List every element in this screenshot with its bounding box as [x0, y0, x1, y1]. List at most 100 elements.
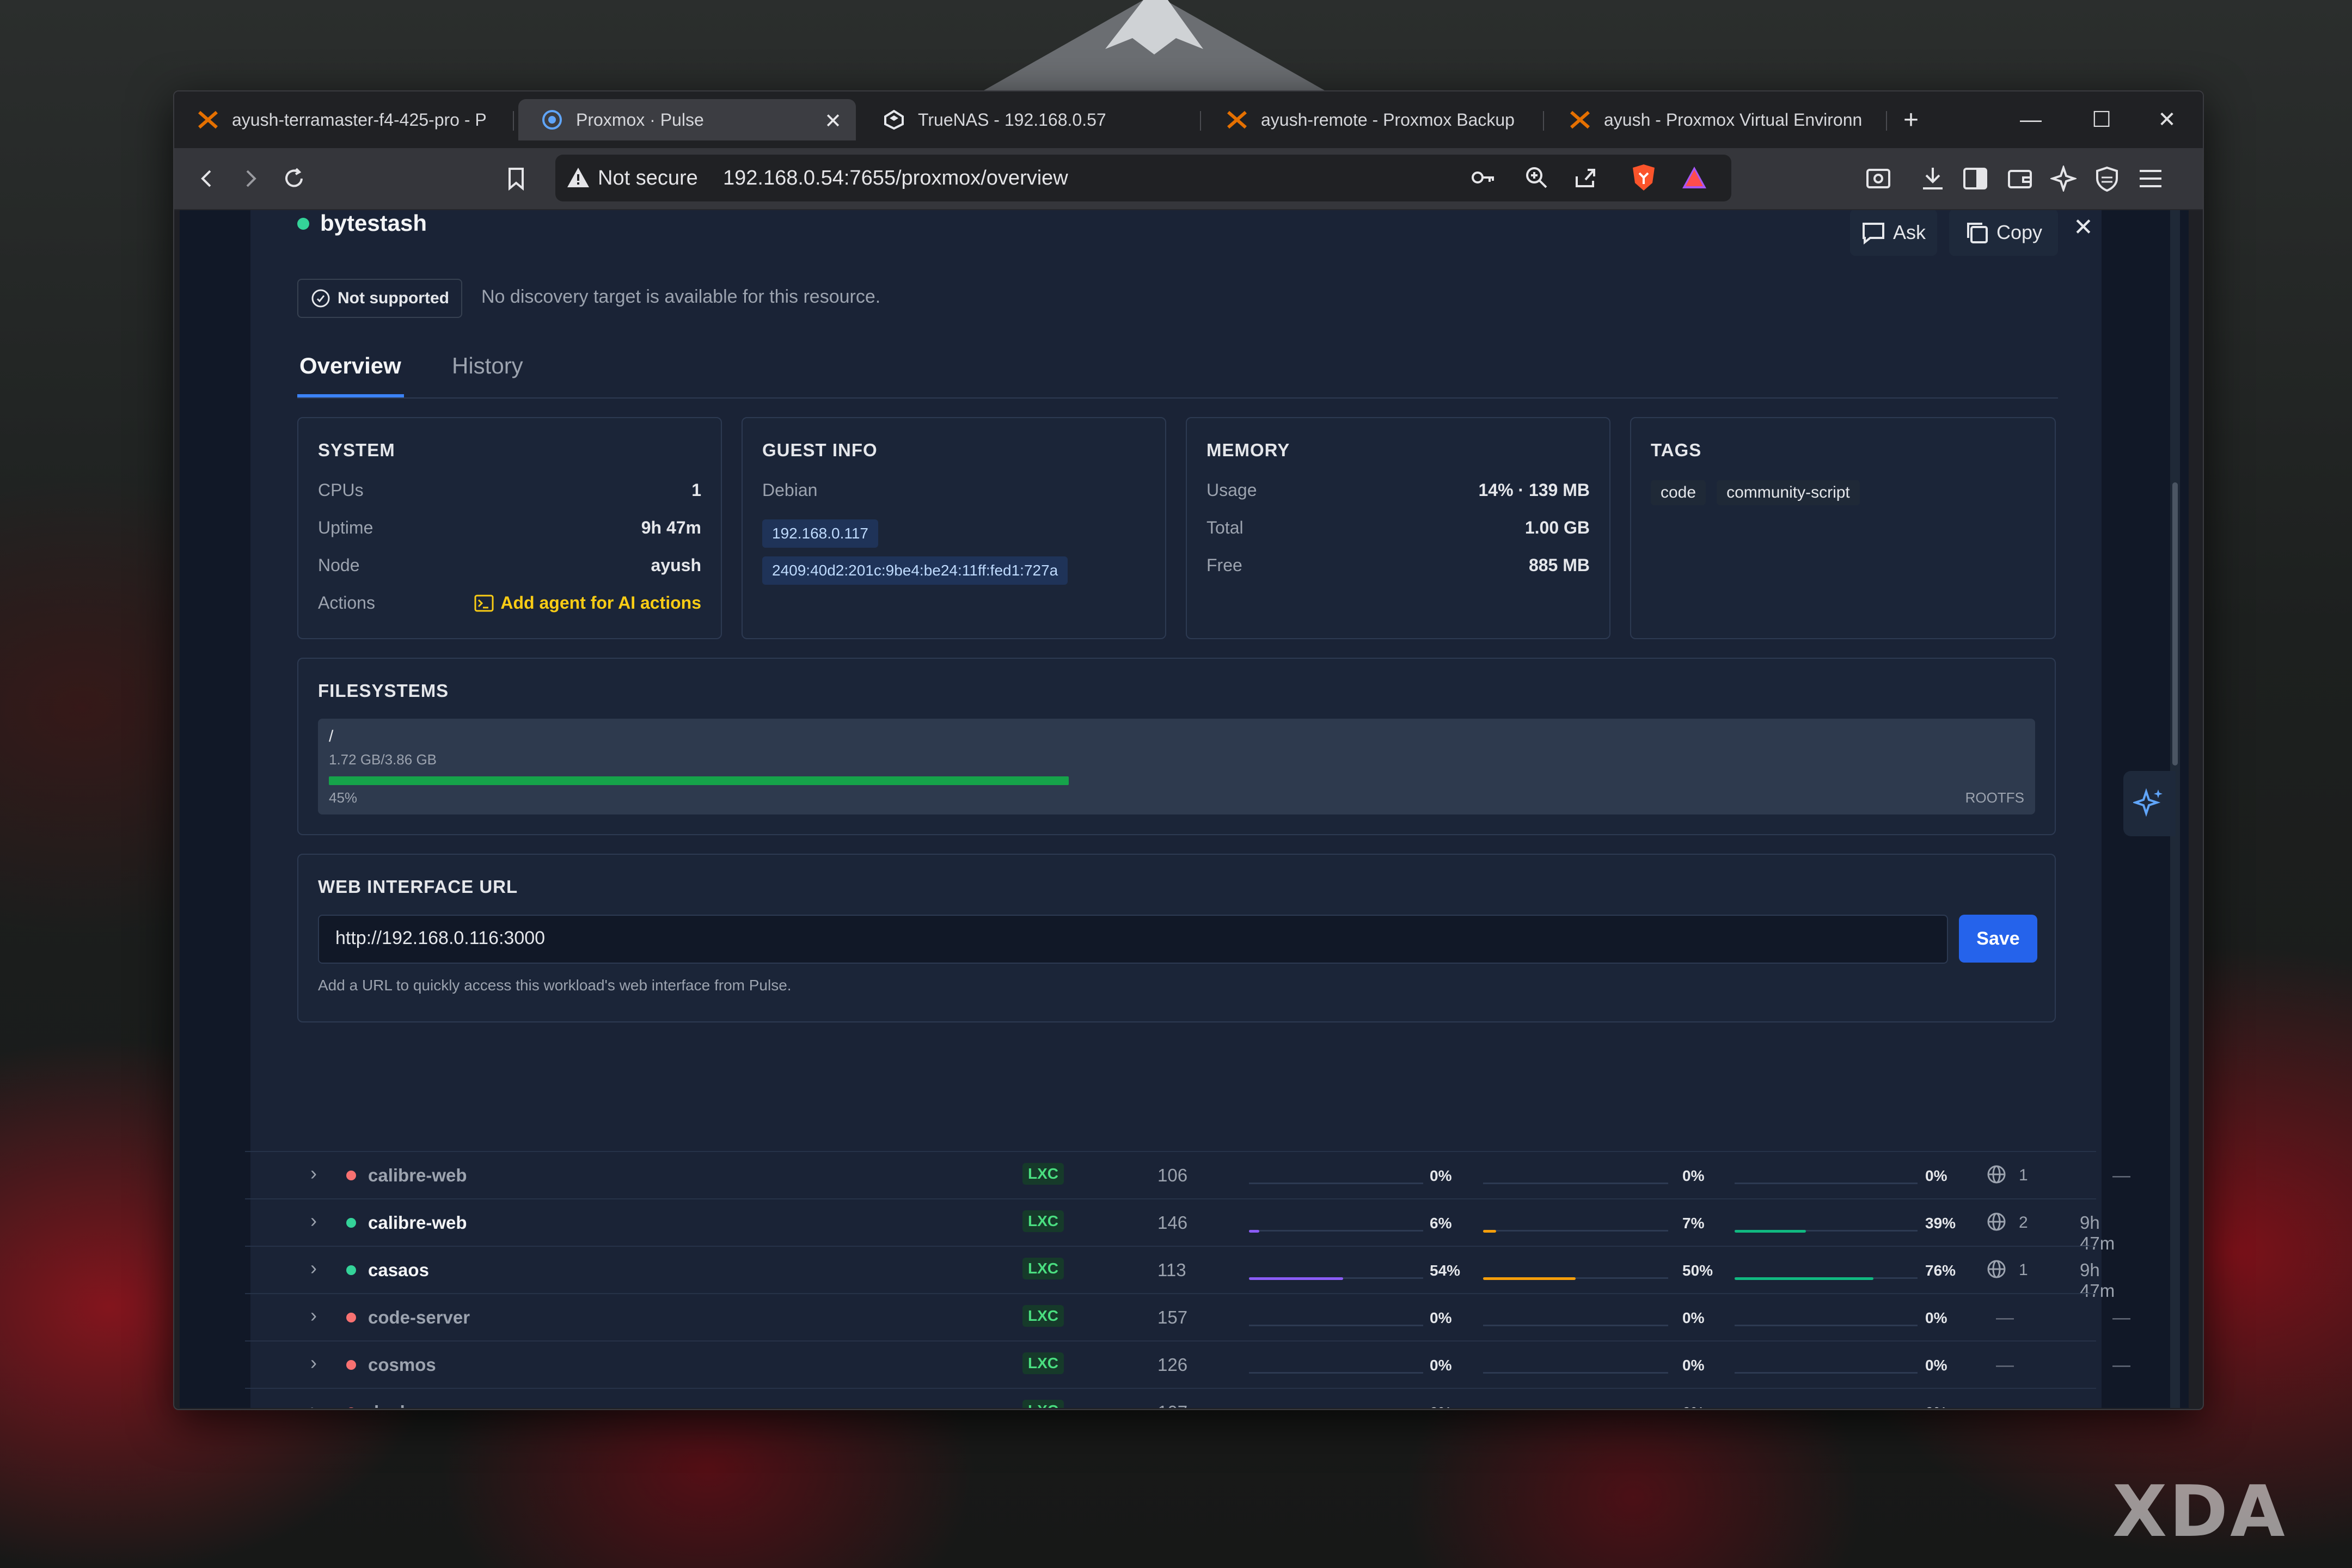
- node-label: Node: [318, 555, 360, 575]
- filesystems-card: FILESYSTEMS / 1.72 GB/3.86 GB 45% ROOTFS: [297, 658, 2056, 835]
- table-row[interactable]: ›calibre-webLXC1466%7%39%29h 47mNone: [245, 1198, 2115, 1253]
- expand-chevron-icon[interactable]: ›: [310, 1399, 317, 1408]
- type-badge: LXC: [1022, 1258, 1064, 1279]
- download-icon[interactable]: [1916, 162, 1949, 195]
- scrollbar-thumb[interactable]: [2172, 482, 2178, 765]
- proxmox-icon: [196, 108, 220, 132]
- brave-rewards-icon[interactable]: [1681, 166, 1707, 192]
- save-button[interactable]: Save: [1959, 915, 2037, 963]
- zoom-icon[interactable]: [1524, 166, 1548, 192]
- close-tab-icon[interactable]: ✕: [824, 109, 842, 133]
- guest-name[interactable]: calibre-web: [368, 1165, 467, 1186]
- expand-chevron-icon[interactable]: ›: [310, 1162, 317, 1185]
- pulse-icon: [540, 108, 564, 132]
- maximize-icon[interactable]: ☐: [2080, 99, 2123, 140]
- tags-heading: TAGS: [1651, 440, 1702, 460]
- web-url-input[interactable]: http://192.168.0.116:3000: [318, 915, 1948, 964]
- mem-bar: [1483, 1277, 1576, 1280]
- terminal-icon: [474, 595, 494, 611]
- globe-icon: [1986, 1164, 2007, 1189]
- table-row[interactable]: ›casaosLXC11354%50%76%19h 47mNone: [245, 1246, 2115, 1301]
- reload-icon[interactable]: [278, 162, 310, 195]
- cpu-bar: [1249, 1277, 1343, 1280]
- not-supported-icon: [311, 289, 330, 308]
- expand-chevron-icon[interactable]: ›: [310, 1209, 317, 1232]
- usage-label: Usage: [1206, 480, 1257, 500]
- copy-button[interactable]: Copy: [1949, 210, 2058, 256]
- tab-history[interactable]: History: [452, 353, 523, 379]
- guest-name[interactable]: cosmos: [368, 1355, 436, 1375]
- vmid: 106: [1157, 1165, 1188, 1185]
- tab-strip: ayush-terramaster-f4-425-pro - P Proxmox…: [174, 91, 2203, 148]
- sidebar-icon[interactable]: [1959, 162, 1992, 195]
- browser-tab[interactable]: TrueNAS - 192.168.0.57: [860, 99, 1198, 140]
- browser-window: ayush-terramaster-f4-425-pro - P Proxmox…: [173, 90, 2204, 1410]
- brave-shields-icon[interactable]: [1631, 163, 1657, 194]
- vmid: 157: [1157, 1307, 1188, 1327]
- type-badge: LXC: [1022, 1210, 1064, 1232]
- discovery-badge: Not supported: [297, 279, 462, 318]
- discovery-badge-label: Not supported: [338, 289, 449, 307]
- url-text[interactable]: 192.168.0.54:7655/proxmox/overview: [723, 167, 1068, 190]
- ipv6-badge[interactable]: 2409:40d2:201c:9be4:be24:11ff:fed1:727a: [762, 556, 1068, 585]
- forward-icon[interactable]: [234, 162, 267, 195]
- menu-icon[interactable]: [2134, 162, 2167, 195]
- mem-percent: 0%: [1682, 1404, 1704, 1408]
- guest-name[interactable]: docker: [368, 1402, 427, 1408]
- bookmark-icon[interactable]: [500, 162, 532, 195]
- share-icon[interactable]: [1573, 166, 1597, 192]
- status-dot: [346, 1313, 356, 1322]
- ask-button[interactable]: Ask: [1850, 210, 1937, 256]
- net-count: 2: [2019, 1214, 2028, 1232]
- cpu-percent: 0%: [1430, 1357, 1452, 1374]
- disk-percent: 39%: [1925, 1215, 1956, 1232]
- ai-assistant-button[interactable]: [2123, 771, 2176, 836]
- vmid: 113: [1157, 1260, 1186, 1280]
- table-row[interactable]: ›dockerLXC1070%0%0%——None: [245, 1388, 2130, 1408]
- browser-tab-active[interactable]: Proxmox · Pulse ✕: [518, 99, 856, 140]
- expand-chevron-icon[interactable]: ›: [310, 1304, 317, 1327]
- discovery-text: No discovery target is available for thi…: [481, 286, 881, 307]
- expand-chevron-icon[interactable]: ›: [310, 1351, 317, 1374]
- type-badge: LXC: [1022, 1163, 1064, 1185]
- guest-name[interactable]: calibre-web: [368, 1212, 467, 1233]
- cpu-track: [1249, 1325, 1423, 1326]
- browser-tab[interactable]: ayush-remote - Proxmox Backup: [1203, 99, 1541, 140]
- minimize-icon[interactable]: —: [2009, 99, 2053, 140]
- node-value: ayush: [651, 555, 701, 575]
- net-count: 1: [2019, 1166, 2028, 1184]
- ipv4-badge[interactable]: 192.168.0.117: [762, 519, 878, 548]
- uptime-value: 9h 47m: [641, 518, 701, 537]
- usage-value: 14% · 139 MB: [1478, 480, 1590, 500]
- close-window-icon[interactable]: ✕: [2145, 99, 2189, 140]
- key-icon[interactable]: [1470, 166, 1496, 192]
- memory-card: MEMORY Usage 14% · 139 MB Total 1.00 GB Fr…: [1186, 417, 1610, 639]
- tab-overview[interactable]: Overview: [299, 353, 401, 379]
- address-bar[interactable]: Not secure 192.168.0.54:7655/proxmox/ove…: [555, 155, 1731, 201]
- add-agent-link[interactable]: Add agent for AI actions: [474, 593, 701, 613]
- tab-title: Proxmox · Pulse: [576, 109, 704, 130]
- browser-tab[interactable]: ayush - Proxmox Virtual Environn: [1546, 99, 1884, 140]
- table-row[interactable]: ›cosmosLXC1260%0%0%——None: [245, 1340, 2130, 1388]
- vpn-icon[interactable]: [2091, 162, 2123, 195]
- wallet-icon[interactable]: [2004, 162, 2036, 195]
- leo-ai-icon[interactable]: [2047, 162, 2080, 195]
- guest-name[interactable]: code-server: [368, 1307, 470, 1328]
- new-tab-button[interactable]: +: [1889, 99, 1933, 140]
- guest-os: Debian: [762, 480, 818, 500]
- table-row[interactable]: ›calibre-webLXC1060%0%0%1—None: [245, 1151, 2130, 1199]
- guest-name[interactable]: casaos: [368, 1260, 429, 1281]
- tag-chip[interactable]: code: [1651, 480, 1706, 505]
- net-count: 1: [2019, 1261, 2028, 1279]
- security-label[interactable]: Not secure: [598, 167, 698, 190]
- expand-chevron-icon[interactable]: ›: [310, 1257, 317, 1279]
- screenshot-icon[interactable]: [1862, 162, 1895, 195]
- browser-tab[interactable]: ayush-terramaster-f4-425-pro - P: [174, 99, 512, 140]
- fs-usage-bar: [329, 776, 1069, 785]
- close-panel-icon[interactable]: ✕: [2073, 213, 2093, 241]
- mem-track: [1483, 1183, 1668, 1184]
- table-row[interactable]: ›code-serverLXC1570%0%0%——318d: [245, 1293, 2130, 1341]
- tag-chip[interactable]: community-script: [1717, 480, 1860, 505]
- back-icon[interactable]: [191, 162, 223, 195]
- fs-type: ROOTFS: [1965, 789, 2024, 806]
